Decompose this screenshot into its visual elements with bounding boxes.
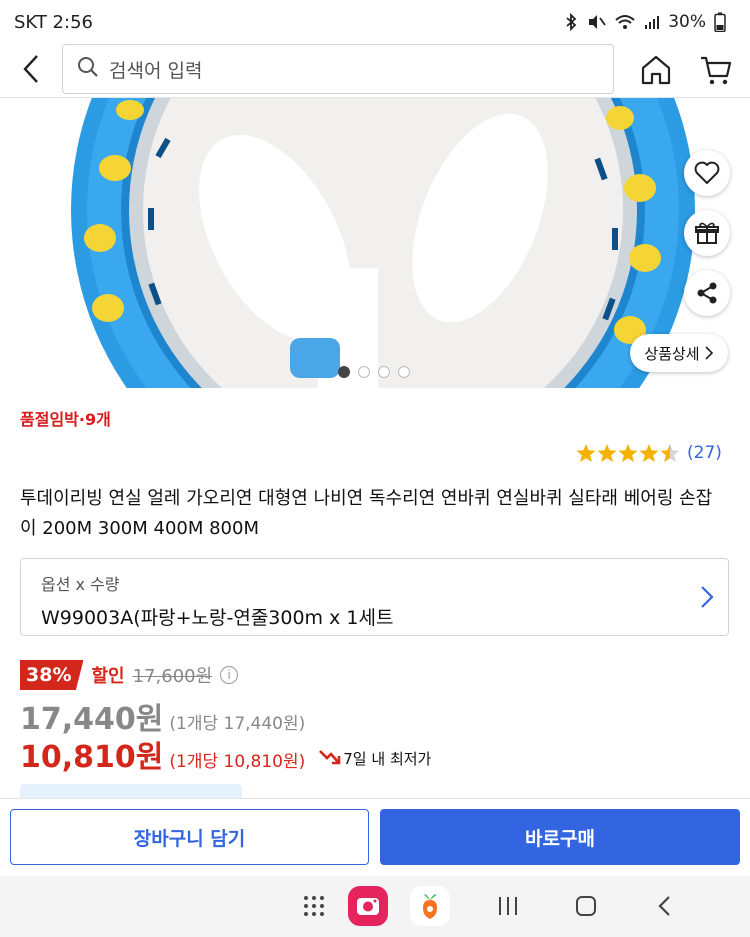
discount-badge: 38% — [20, 660, 84, 690]
add-to-cart-button[interactable]: 장바구니 담기 — [10, 809, 369, 865]
cart-button[interactable] — [698, 52, 734, 88]
buy-now-button[interactable]: 바로구매 — [380, 809, 740, 865]
chevron-right-icon — [705, 346, 713, 360]
sale-unit-price: (1개당 17,440원) — [169, 714, 306, 734]
home-square-icon — [576, 896, 596, 916]
camera-app-button[interactable] — [348, 886, 388, 926]
search-placeholder: 검색어 입력 — [109, 59, 203, 82]
share-icon — [697, 282, 717, 304]
top-nav: 검색어 입력 — [0, 42, 750, 98]
back-button[interactable] — [14, 52, 48, 86]
trend-down-icon — [319, 750, 341, 765]
gift-button[interactable] — [684, 210, 730, 256]
wishlist-button[interactable] — [684, 150, 730, 196]
status-time: SKT 2:56 — [14, 11, 93, 33]
carrot-app-button[interactable] — [410, 886, 450, 926]
status-icons: 30% — [564, 12, 726, 32]
camera-app-icon — [348, 886, 388, 926]
option-label: 옵션 x 수량 — [41, 575, 120, 594]
pagination-dot[interactable] — [338, 366, 350, 378]
home-icon — [641, 55, 671, 85]
recent-apps-button[interactable] — [488, 886, 528, 926]
rating[interactable]: (27) — [576, 442, 722, 464]
wifi-icon — [614, 13, 636, 31]
star-rating-icon — [576, 444, 680, 462]
share-button[interactable] — [684, 270, 730, 316]
search-icon — [77, 56, 99, 82]
bluetooth-icon — [564, 13, 578, 31]
product-detail-button[interactable]: 상품상세 — [630, 334, 728, 372]
recent-apps-icon — [499, 897, 517, 915]
stock-warning: 품절임박·9개 — [20, 410, 111, 429]
chevron-left-icon — [23, 55, 38, 83]
battery-icon — [714, 12, 726, 32]
product-title: 투데이리빙 연실 얼레 가오리연 대형연 나비연 독수리연 연바퀴 연실바퀴 실… — [20, 488, 713, 539]
chevron-right-icon — [701, 586, 714, 608]
mute-icon — [586, 13, 606, 31]
coupon-price-row: 10,810원 (1개당 10,810원) 7일 내 최저가 — [20, 732, 431, 776]
image-pagination — [338, 366, 410, 378]
review-count[interactable]: (27) — [687, 443, 722, 463]
battery-level: 30% — [668, 12, 706, 32]
grid-icon — [304, 896, 324, 916]
system-back-button[interactable] — [644, 886, 684, 926]
coupon-banner[interactable] — [20, 784, 242, 798]
status-bar: SKT 2:56 30% — [0, 0, 750, 44]
discount-row: 38% 할인 17,600원 i — [20, 660, 239, 690]
lowest-price-tag: 7일 내 최저가 — [319, 748, 431, 769]
cart-icon — [701, 56, 732, 85]
chevron-left-icon — [658, 896, 670, 916]
original-price: 17,600원 — [132, 666, 213, 687]
discount-label: 할인 — [91, 666, 125, 687]
home-nav-button[interactable] — [566, 886, 606, 926]
product-detail-label: 상품상세 — [644, 344, 700, 363]
pagination-dot[interactable] — [398, 366, 410, 378]
option-value: W99003A(파랑+노랑-연줄300m x 1세트 — [41, 607, 394, 629]
info-icon[interactable]: i — [220, 666, 239, 684]
purchase-bar: 장바구니 담기 바로구매 — [0, 798, 750, 876]
home-button[interactable] — [638, 52, 674, 88]
pagination-dot[interactable] — [378, 366, 390, 378]
pagination-dot[interactable] — [358, 366, 370, 378]
heart-icon — [694, 161, 720, 184]
signal-icon — [644, 14, 660, 30]
app-drawer-button[interactable] — [294, 886, 334, 926]
carrot-app-icon — [410, 886, 450, 926]
search-input[interactable]: 검색어 입력 — [62, 44, 614, 94]
lowest-price-label: 7일 내 최저가 — [343, 749, 432, 768]
option-selector[interactable]: 옵션 x 수량 W99003A(파랑+노랑-연줄300m x 1세트 — [20, 558, 729, 636]
coupon-unit-price: (1개당 10,810원) — [169, 752, 306, 772]
system-nav-bar — [0, 876, 750, 937]
gift-icon — [695, 222, 719, 244]
coupon-price: 10,810원 — [20, 740, 164, 775]
